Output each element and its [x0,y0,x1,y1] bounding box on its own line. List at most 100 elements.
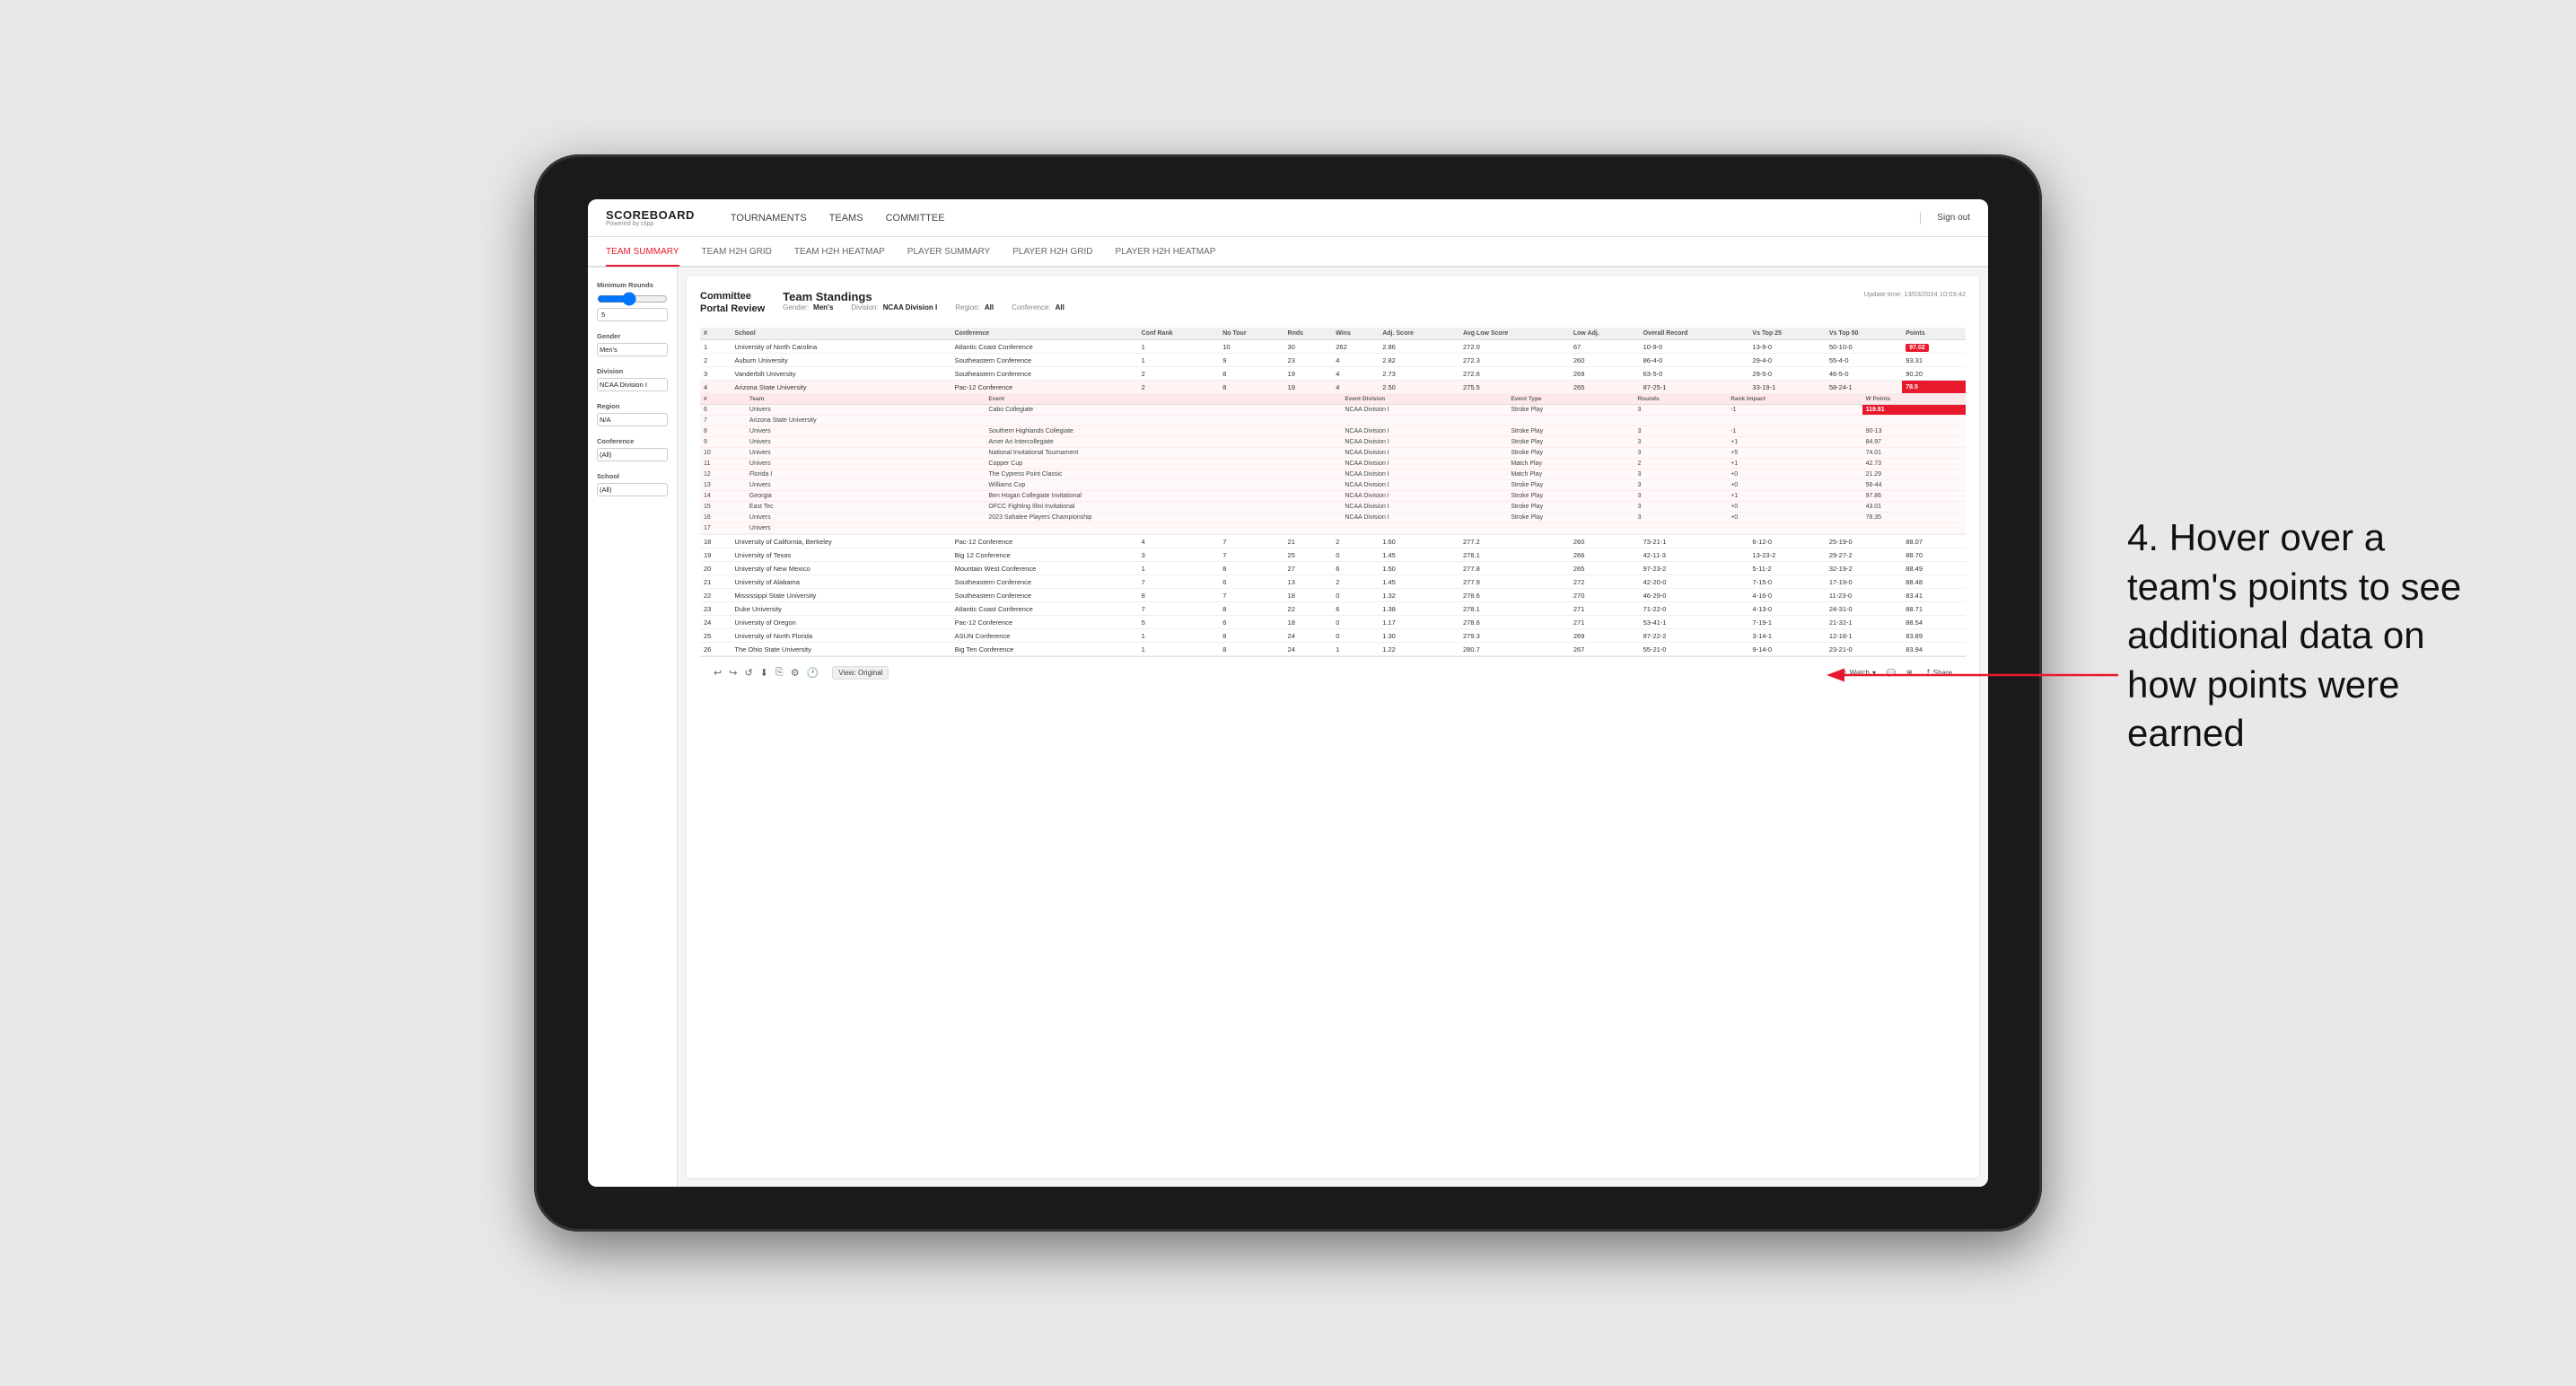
cell-rank: 3 [700,367,731,381]
th-rank: # [700,328,731,340]
clock-icon[interactable]: 🕐 [807,667,819,679]
copy-icon[interactable]: ⎘ [775,667,784,679]
main-content: Minimum Rounds Gender Men's Division NC [588,268,1988,1187]
logo-sub: Powered by clipp [606,221,695,227]
cell-points[interactable]: 78.5 [1902,381,1966,394]
cell-points[interactable]: 90.20 [1902,367,1966,381]
tab-team-h2h-grid[interactable]: TEAM H2H GRID [702,238,772,267]
nav-teams[interactable]: TEAMS [829,209,863,227]
filters-row: Gender: Men's Division: NCAA Division I … [783,303,1863,311]
tab-team-summary[interactable]: TEAM SUMMARY [606,238,679,267]
sign-out-link[interactable]: Sign out [1937,213,1970,223]
sub-table-row: 14GeorgiaBen Hogan Collegiate Invitation… [700,491,1966,502]
th-conf-rank: Conf Rank [1138,328,1220,340]
cell-vs50: 58-24-1 [1826,381,1902,394]
view-original-button[interactable]: View: Original [832,666,889,680]
redo-icon[interactable]: ↪ [729,667,737,679]
nav-tournaments[interactable]: TOURNAMENTS [731,209,807,227]
sub-table: # Team Event Event Division Event Type R… [700,394,1966,534]
table-row[interactable]: 20University of New MexicoMountain West … [700,562,1966,575]
cell-adj-score: 2.82 [1379,354,1459,367]
sub-table-row: 7Arizona State University [700,416,1966,426]
table-row[interactable]: 26The Ohio State UniversityBig Ten Confe… [700,643,1966,656]
cell-wins: 4 [1332,381,1379,394]
cell-points[interactable]: 97.02 [1902,340,1966,354]
cell-rank: 4 [700,381,731,394]
th-adj-score: Adj. Score [1379,328,1459,340]
sub-table-row: 10UniversNational Invitational Tournamen… [700,448,1966,459]
table-row[interactable]: 23Duke UniversityAtlantic Coast Conferen… [700,602,1966,616]
refresh-icon[interactable]: ↺ [744,667,752,679]
cell-avg-low: 272.3 [1459,354,1570,367]
standings-title: Team Standings [783,290,1863,303]
sub-th-rounds: Rounds [1634,394,1727,405]
cell-school: Auburn University [731,354,951,367]
cell-no-tour: 8 [1219,381,1284,394]
tab-team-h2h-heatmap[interactable]: TEAM H2H HEATMAP [794,238,885,267]
table-row[interactable]: 3 Vanderbilt University Southeastern Con… [700,367,1966,381]
cell-rank: 2 [700,354,731,367]
tab-player-h2h-heatmap[interactable]: PLAYER H2H HEATMAP [1116,238,1216,267]
table-row[interactable]: 22Mississippi State UniversitySoutheaste… [700,589,1966,602]
cell-vs50: 46-5-0 [1826,367,1902,381]
cell-conf-rank: 2 [1138,381,1220,394]
cell-overall: 87-25-1 [1640,381,1749,394]
min-rounds-input[interactable] [597,308,668,321]
tablet-shell: SCOREBOARD Powered by clipp TOURNAMENTS … [534,154,2042,1232]
cell-adj-score: 2.50 [1379,381,1459,394]
th-vs50: Vs Top 50 [1826,328,1902,340]
report-header: Committee Portal Review Team Standings G… [700,290,1966,319]
cell-points[interactable]: 93.31 [1902,354,1966,367]
nav-right: Sign out [1913,212,1970,224]
table-row[interactable]: 18University of California, BerkeleyPac-… [700,535,1966,548]
tab-player-summary[interactable]: PLAYER SUMMARY [907,238,990,267]
filter-division: Division: NCAA Division I [851,303,937,311]
th-avg-low: Avg Low Score [1459,328,1570,340]
cell-school: University of North Carolina [731,340,951,354]
table-row[interactable]: 1 University of North Carolina Atlantic … [700,340,1966,354]
min-rounds-slider[interactable] [597,292,668,306]
table-row[interactable]: 24University of OregonPac-12 Conference5… [700,616,1966,629]
cell-rnds: 19 [1284,381,1333,394]
sub-table-row: 8UniversSouthern Highlands CollegiateNCA… [700,426,1966,437]
nav-divider [1920,212,1921,224]
sidebar-conference: Conference (All) [597,437,668,461]
conference-select[interactable]: (All) [597,448,668,461]
region-select[interactable]: N/A [597,413,668,426]
table-row-highlighted[interactable]: 4 Arizona State University Pac-12 Confer… [700,381,1966,394]
cell-overall: 10-9-0 [1640,340,1749,354]
gender-select[interactable]: Men's [597,343,668,356]
tab-player-h2h-grid[interactable]: PLAYER H2H GRID [1012,238,1092,267]
tablet-screen: SCOREBOARD Powered by clipp TOURNAMENTS … [588,199,1988,1187]
settings-icon[interactable]: ⚙ [791,667,800,679]
cell-no-tour: 9 [1219,354,1284,367]
download-icon[interactable]: ⬇ [760,667,768,679]
cell-vs50: 50-10-0 [1826,340,1902,354]
scene: SCOREBOARD Powered by clipp TOURNAMENTS … [0,0,2576,1386]
annotation-text: 4. Hover over a team's points to see add… [2127,513,2468,759]
cell-overall: 63-5-0 [1640,367,1749,381]
undo-icon[interactable]: ↩ [714,667,722,679]
sub-th-num: # [700,394,746,405]
sidebar-gender: Gender Men's [597,332,668,356]
sub-table-row: 9UniversAmer Ari IntercollegiateNCAA Div… [700,437,1966,448]
cell-low-adj: 67 [1570,340,1640,354]
cell-wins: 4 [1332,367,1379,381]
th-rnds: Rnds [1284,328,1333,340]
toolbar-icons: ↩ ↪ ↺ ⬇ ⎘ ⚙ 🕐 [714,667,819,679]
th-school: School [731,328,951,340]
division-select[interactable]: NCAA Division I [597,378,668,391]
cell-adj-score: 2.73 [1379,367,1459,381]
cell-conf: Pac-12 Conference [951,381,1138,394]
nav-committee[interactable]: COMMITTEE [886,209,945,227]
table-row[interactable]: 2 Auburn University Southeastern Confere… [700,354,1966,367]
sub-th-w-points: W Points [1862,394,1966,405]
table-row[interactable]: 25University of North FloridaASUN Confer… [700,629,1966,643]
top-nav: SCOREBOARD Powered by clipp TOURNAMENTS … [588,199,1988,237]
table-row[interactable]: 21University of AlabamaSoutheastern Conf… [700,575,1966,589]
table-row[interactable]: 19University of TexasBig 12 Conference37… [700,548,1966,562]
standings-table: # School Conference Conf Rank No Tour Rn… [700,328,1966,656]
cell-rnds: 19 [1284,367,1333,381]
sub-th-event: Event [985,394,1341,405]
school-select[interactable]: (All) [597,483,668,496]
